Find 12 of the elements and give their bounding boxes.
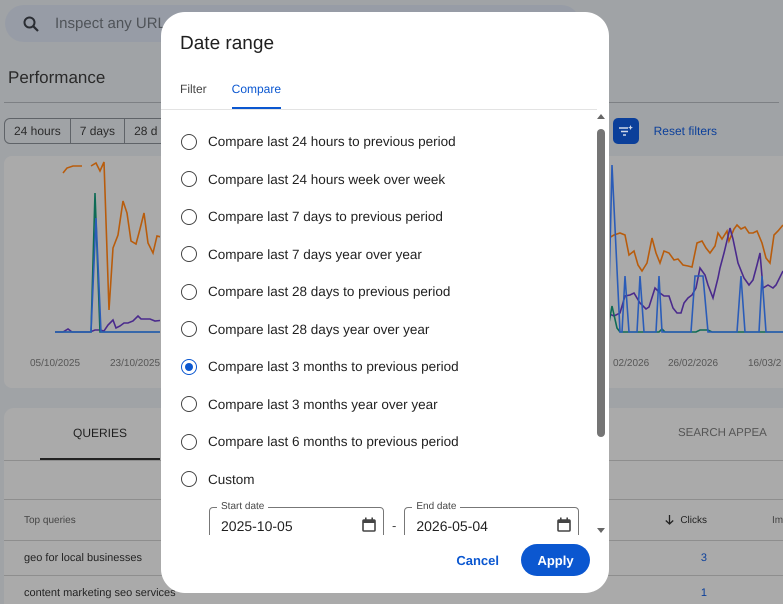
query-cell: content marketing seo services	[24, 587, 176, 599]
dialog-title: Date range	[179, 32, 274, 56]
axis-label: 16/03/2	[748, 358, 782, 369]
axis-label: 23/10/2025	[110, 358, 160, 369]
query-cell: geo for local businesses	[24, 552, 142, 564]
range-separator: -	[392, 518, 396, 533]
clicks-cell: 3	[700, 552, 707, 564]
axis-label: 02/2026	[613, 358, 650, 369]
axis-label: 05/10/2025	[30, 358, 80, 369]
page-title: Performance	[8, 68, 106, 89]
clicks-cell: 1	[700, 587, 707, 599]
axis-label: 26/02/2026	[668, 358, 718, 369]
